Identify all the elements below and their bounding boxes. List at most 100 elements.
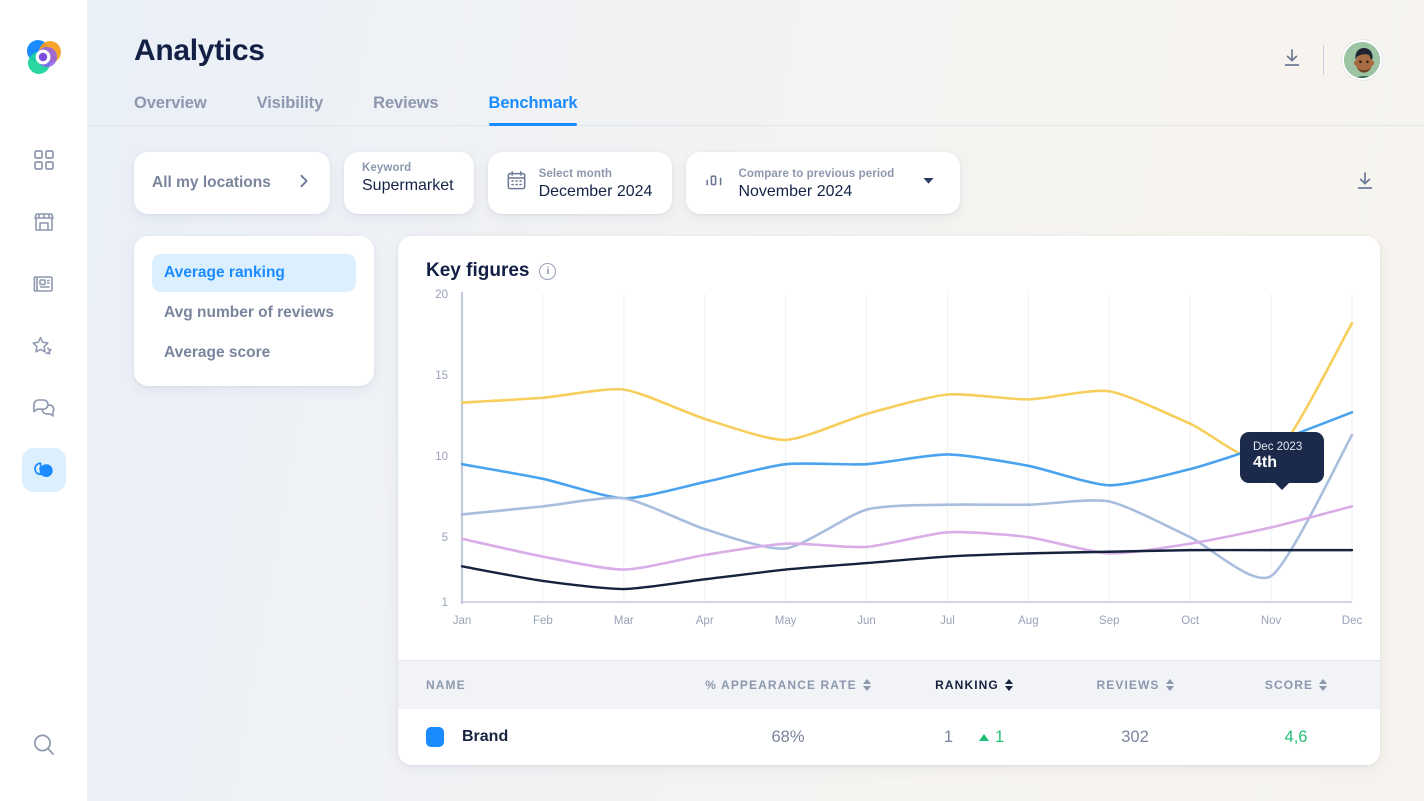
row-score-cell: 4,6 bbox=[1216, 728, 1376, 747]
svg-text:Oct: Oct bbox=[1181, 615, 1200, 627]
svg-text:Feb: Feb bbox=[533, 615, 553, 627]
svg-text:5: 5 bbox=[442, 532, 448, 544]
month-filter-caption: Select month bbox=[538, 167, 612, 180]
line-chart-svg: 15101520Jan Feb Mar Apr May Jun Jul Aug Sep Oct No… bbox=[435, 289, 1363, 627]
row-appearance-rate: 68% bbox=[771, 727, 805, 746]
sidebar-nav bbox=[21, 138, 66, 492]
column-header-ranking[interactable]: RANKING bbox=[935, 678, 1013, 692]
bar-chart-icon bbox=[704, 171, 725, 196]
column-reviews: REVIEWS bbox=[1054, 678, 1216, 692]
series-color-swatch bbox=[426, 727, 444, 747]
row-ranking-delta: 1 bbox=[979, 728, 1004, 747]
row-reviews: 302 bbox=[1121, 727, 1149, 746]
tooltip-date: Dec 2023 bbox=[1253, 441, 1303, 454]
avatar[interactable] bbox=[1342, 40, 1382, 80]
svg-text:May: May bbox=[775, 615, 797, 627]
header-download-button[interactable] bbox=[1279, 47, 1305, 73]
tooltip-value: 4th bbox=[1253, 454, 1277, 472]
row-ranking-delta-value: 1 bbox=[995, 727, 1005, 746]
chart-header: Key figures i bbox=[398, 236, 1380, 282]
keyword-filter-value: Supermarket bbox=[362, 177, 454, 194]
svg-text:20: 20 bbox=[435, 289, 448, 301]
svg-text:Nov: Nov bbox=[1261, 615, 1282, 627]
search-icon bbox=[31, 732, 57, 763]
chevron-right-icon bbox=[296, 173, 312, 194]
key-figures-card: Key figures i 1 5 10 15 20 Jan Feb Mar Apr May Jun… bbox=[398, 236, 1380, 765]
row-ranking-cell: 1 1 bbox=[894, 728, 1054, 747]
column-header-appearance-rate[interactable]: % APPEARANCE RATE bbox=[705, 678, 871, 692]
pie-chart-icon bbox=[31, 459, 57, 481]
month-filter-value: December 2024 bbox=[538, 182, 653, 200]
tab-bar: Overview Visibility Reviews Benchmark bbox=[88, 94, 1424, 126]
svg-text:Jul: Jul bbox=[940, 615, 955, 627]
svg-text:Apr: Apr bbox=[696, 615, 714, 627]
sidebar-item-reviews[interactable] bbox=[22, 324, 66, 368]
tab-visibility[interactable]: Visibility bbox=[257, 94, 324, 125]
column-header-name: NAME bbox=[426, 678, 466, 692]
location-filter[interactable]: All my locations bbox=[134, 152, 330, 214]
row-name-cell: Brand bbox=[426, 727, 682, 747]
svg-text:10: 10 bbox=[435, 451, 448, 463]
column-header-appearance-rate-label: % APPEARANCE RATE bbox=[705, 678, 857, 692]
export-button[interactable] bbox=[1352, 170, 1378, 196]
compare-filter-caption: Compare to previous period bbox=[738, 167, 895, 180]
chevron-down-icon[interactable] bbox=[921, 173, 936, 193]
metric-average-score[interactable]: Average score bbox=[152, 334, 356, 372]
chart-title: Key figures bbox=[426, 260, 530, 281]
partoo-logo[interactable] bbox=[22, 36, 66, 80]
column-header-reviews-label: REVIEWS bbox=[1096, 678, 1160, 692]
svg-text:Mar: Mar bbox=[614, 615, 634, 627]
sidebar-search-button[interactable] bbox=[22, 725, 66, 769]
chart-tooltip: Dec 2023 4th bbox=[1240, 432, 1324, 484]
sidebar-item-analytics[interactable] bbox=[21, 448, 66, 492]
tab-reviews[interactable]: Reviews bbox=[373, 94, 438, 125]
sort-icon[interactable] bbox=[1004, 679, 1013, 691]
column-score: SCORE bbox=[1216, 678, 1376, 692]
filter-bar: All my locations Keyword Supermarket Sel… bbox=[88, 152, 1424, 214]
table-header-row: NAME % APPEARANCE RATE RANKING REVIEWS S… bbox=[398, 660, 1380, 709]
row-appearance-rate-cell: 68% bbox=[682, 728, 894, 747]
header-actions bbox=[1279, 40, 1382, 80]
month-filter[interactable]: Select month December 2024 bbox=[487, 152, 673, 214]
tab-benchmark[interactable]: Benchmark bbox=[488, 94, 578, 126]
column-appearance-rate: % APPEARANCE RATE bbox=[682, 678, 894, 692]
store-icon bbox=[32, 211, 56, 233]
chat-icon bbox=[31, 397, 56, 419]
sidebar-item-posts[interactable] bbox=[22, 262, 66, 306]
svg-text:Dec: Dec bbox=[1342, 615, 1363, 627]
news-icon bbox=[32, 273, 56, 295]
chart-plot[interactable]: 1 5 10 15 20 Jan Feb Mar Apr May Jun Jul Aug Sep Oct No… bbox=[398, 282, 1380, 660]
content-area: Average ranking Avg number of reviews Av… bbox=[88, 236, 1424, 765]
location-filter-label: All my locations bbox=[152, 174, 271, 191]
star-icon bbox=[31, 335, 56, 358]
column-header-reviews[interactable]: REVIEWS bbox=[1096, 678, 1174, 692]
sort-icon[interactable] bbox=[862, 679, 871, 691]
compare-filter[interactable]: Compare to previous period November 2024 bbox=[686, 152, 961, 214]
metric-average-ranking[interactable]: Average ranking bbox=[152, 254, 356, 292]
header-divider bbox=[1323, 45, 1324, 75]
column-name: NAME bbox=[426, 678, 682, 692]
row-score: 4,6 bbox=[1284, 727, 1308, 746]
metric-selector: Average ranking Avg number of reviews Av… bbox=[134, 236, 374, 386]
table-row[interactable]: Brand 68% 1 1 302 4,6 bbox=[398, 709, 1380, 765]
sidebar-item-messages[interactable] bbox=[22, 386, 66, 430]
keyword-filter-caption: Keyword bbox=[362, 162, 412, 174]
svg-text:Jun: Jun bbox=[857, 615, 876, 627]
svg-text:Jan: Jan bbox=[453, 615, 472, 627]
metric-avg-number-of-reviews[interactable]: Avg number of reviews bbox=[152, 294, 356, 332]
sort-icon[interactable] bbox=[1319, 679, 1328, 691]
page-title: Analytics bbox=[134, 34, 265, 67]
main-content: Analytics Overview Visibility Reviews Be… bbox=[88, 0, 1424, 801]
sidebar-item-locations[interactable] bbox=[22, 200, 66, 244]
keyword-filter[interactable]: Keyword Supermarket bbox=[344, 152, 474, 214]
download-icon bbox=[1281, 47, 1303, 74]
tab-overview[interactable]: Overview bbox=[134, 94, 207, 125]
svg-text:Aug: Aug bbox=[1018, 615, 1038, 627]
info-icon[interactable]: i bbox=[539, 262, 557, 280]
grid-icon bbox=[33, 149, 55, 171]
sort-icon[interactable] bbox=[1165, 679, 1174, 691]
row-reviews-cell: 302 bbox=[1054, 728, 1216, 747]
sidebar-item-dashboard[interactable] bbox=[22, 138, 66, 182]
column-header-score[interactable]: SCORE bbox=[1265, 678, 1328, 692]
page-header: Analytics bbox=[88, 0, 1424, 80]
